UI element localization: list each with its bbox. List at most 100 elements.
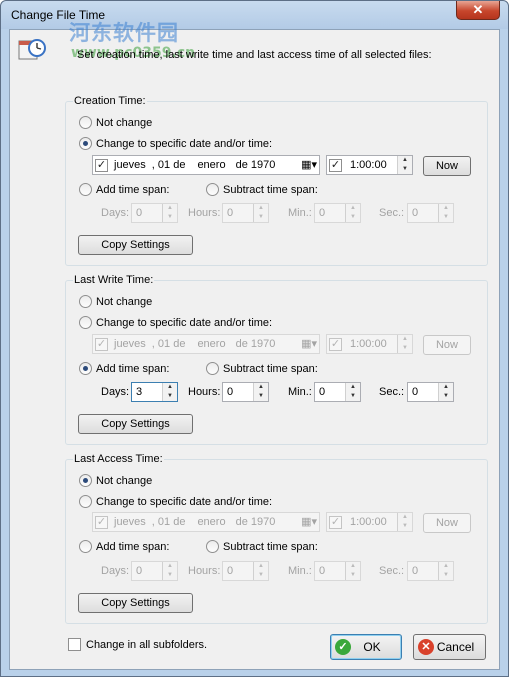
clock-calendar-icon xyxy=(18,39,46,60)
date-month: enero xyxy=(197,159,226,171)
subfolders-checkbox[interactable] xyxy=(68,638,81,651)
creation-date-picker[interactable]: ✓ jueves , 01 de enero de 1970 ▦▾ xyxy=(92,155,320,175)
creation-specific-option[interactable]: Change to specific date and/or time: xyxy=(79,137,272,150)
creation-time-checkbox[interactable]: ✓ xyxy=(329,158,342,172)
date-month: enero xyxy=(197,338,226,350)
lastwrite-specific-radio[interactable] xyxy=(79,316,92,329)
lastwrite-time-checkbox[interactable]: ✓ xyxy=(329,337,342,351)
spin-icon[interactable]: ▲ ▼ xyxy=(253,204,268,222)
spin-icon[interactable]: ▲ ▼ xyxy=(345,204,360,222)
lastaccess-not-change-option[interactable]: Not change xyxy=(79,474,152,487)
lastwrite-days-input[interactable]: 3 ▲ ▼ xyxy=(131,382,178,402)
creation-sub-span-option[interactable]: Subtract time span: xyxy=(206,183,318,196)
creation-time-picker[interactable]: ✓ 1:00:00 ▲ ▼ xyxy=(326,155,413,175)
lastwrite-add-span-option[interactable]: Add time span: xyxy=(79,362,169,375)
change-file-time-window: Change File Time ✕ 河东软件园 www.pc0359.cn S… xyxy=(0,0,509,677)
lastwrite-hours-label: Hours: xyxy=(188,386,221,398)
spin-icon[interactable]: ▲ ▼ xyxy=(438,562,453,580)
lastaccess-days-input[interactable]: 0 ▲ ▼ xyxy=(131,561,178,581)
time-spin-icon[interactable]: ▲ ▼ xyxy=(397,335,412,353)
creation-sub-span-radio[interactable] xyxy=(206,183,219,196)
intro-text: Set creation time, last write time and l… xyxy=(77,49,432,61)
date-sep: , 01 de xyxy=(151,338,186,350)
creation-now-button[interactable]: Now xyxy=(423,156,471,176)
creation-specific-radio[interactable] xyxy=(79,137,92,150)
option-label: Add time span: xyxy=(96,540,170,553)
lastwrite-min-label: Min.: xyxy=(288,386,312,398)
lastaccess-copy-settings-button[interactable]: Copy Settings xyxy=(78,593,193,613)
input-value: 0 xyxy=(227,207,234,219)
lastaccess-sub-span-option[interactable]: Subtract time span: xyxy=(206,540,318,553)
lastwrite-min-input[interactable]: 0 ▲ ▼ xyxy=(314,382,361,402)
input-value: 0 xyxy=(227,565,234,577)
cancel-icon: ✕ xyxy=(418,639,434,655)
lastaccess-min-input[interactable]: 0 ▲ ▼ xyxy=(314,561,361,581)
lastwrite-sec-label: Sec.: xyxy=(379,386,405,398)
time-spin-icon[interactable]: ▲ ▼ xyxy=(397,513,412,531)
lastwrite-days-label: Days: xyxy=(101,386,130,398)
calendar-dropdown-icon[interactable]: ▦▾ xyxy=(301,158,317,171)
lastwrite-sec-input[interactable]: 0 ▲ ▼ xyxy=(407,382,454,402)
creation-copy-settings-button[interactable]: Copy Settings xyxy=(78,235,193,255)
lastaccess-date-checkbox[interactable]: ✓ xyxy=(95,515,108,529)
subfolders-option[interactable]: Change in all subfolders. xyxy=(68,638,207,651)
spin-icon[interactable]: ▲ ▼ xyxy=(438,204,453,222)
lastaccess-time-picker[interactable]: ✓ 1:00:00 ▲ ▼ xyxy=(326,512,413,532)
time-spin-icon[interactable]: ▲ ▼ xyxy=(397,156,412,174)
cancel-label: Cancel xyxy=(436,640,475,654)
spin-icon[interactable]: ▲ ▼ xyxy=(253,562,268,580)
calendar-dropdown-icon[interactable]: ▦▾ xyxy=(301,337,317,350)
spin-icon[interactable]: ▲ ▼ xyxy=(162,383,177,401)
ok-button[interactable]: ✓ OK xyxy=(330,634,402,660)
lastwrite-sub-span-option[interactable]: Subtract time span: xyxy=(206,362,318,375)
creation-date-checkbox[interactable]: ✓ xyxy=(95,158,108,172)
spin-icon[interactable]: ▲ ▼ xyxy=(162,562,177,580)
spin-icon[interactable]: ▲ ▼ xyxy=(345,562,360,580)
time-value: 1:00:00 xyxy=(350,516,387,528)
close-button[interactable]: ✕ xyxy=(456,1,500,20)
creation-not-change-option[interactable]: Not change xyxy=(79,116,152,129)
lastaccess-sec-input[interactable]: 0 ▲ ▼ xyxy=(407,561,454,581)
lastaccess-hours-input[interactable]: 0 ▲ ▼ xyxy=(222,561,269,581)
lastaccess-time-checkbox[interactable]: ✓ xyxy=(329,515,342,529)
creation-min-input[interactable]: 0 ▲ ▼ xyxy=(314,203,361,223)
spin-icon[interactable]: ▲ ▼ xyxy=(345,383,360,401)
creation-not-change-radio[interactable] xyxy=(79,116,92,129)
lastwrite-add-span-radio[interactable] xyxy=(79,362,92,375)
date-year: de 1970 xyxy=(235,338,276,350)
lastwrite-now-button[interactable]: Now xyxy=(423,335,471,355)
date-sep: , 01 de xyxy=(151,516,186,528)
option-label: Subtract time span: xyxy=(223,540,318,553)
calendar-dropdown-icon[interactable]: ▦▾ xyxy=(301,515,317,528)
creation-days-input[interactable]: 0 ▲ ▼ xyxy=(131,203,178,223)
cancel-button[interactable]: ✕ Cancel xyxy=(413,634,486,660)
lastwrite-date-picker[interactable]: ✓ jueves , 01 de enero de 1970 ▦▾ xyxy=(92,334,320,354)
lastwrite-copy-settings-button[interactable]: Copy Settings xyxy=(78,414,193,434)
lastaccess-specific-option[interactable]: Change to specific date and/or time: xyxy=(79,495,272,508)
lastaccess-add-span-radio[interactable] xyxy=(79,540,92,553)
spin-icon[interactable]: ▲ ▼ xyxy=(162,204,177,222)
spin-icon[interactable]: ▲ ▼ xyxy=(438,383,453,401)
creation-add-span-radio[interactable] xyxy=(79,183,92,196)
option-label: Add time span: xyxy=(96,183,170,196)
lastaccess-sub-span-radio[interactable] xyxy=(206,540,219,553)
lastaccess-not-change-radio[interactable] xyxy=(79,474,92,487)
input-value: 0 xyxy=(136,207,143,219)
lastaccess-now-button[interactable]: Now xyxy=(423,513,471,533)
spin-icon[interactable]: ▲ ▼ xyxy=(253,383,268,401)
lastwrite-not-change-radio[interactable] xyxy=(79,295,92,308)
creation-hours-input[interactable]: 0 ▲ ▼ xyxy=(222,203,269,223)
lastwrite-date-checkbox[interactable]: ✓ xyxy=(95,337,108,351)
lastwrite-not-change-option[interactable]: Not change xyxy=(79,295,152,308)
creation-add-span-option[interactable]: Add time span: xyxy=(79,183,169,196)
time-value: 1:00:00 xyxy=(350,159,387,171)
creation-sec-input[interactable]: 0 ▲ ▼ xyxy=(407,203,454,223)
lastwrite-time-picker[interactable]: ✓ 1:00:00 ▲ ▼ xyxy=(326,334,413,354)
lastwrite-sub-span-radio[interactable] xyxy=(206,362,219,375)
creation-days-label: Days: xyxy=(101,207,130,219)
lastwrite-hours-input[interactable]: 0 ▲ ▼ xyxy=(222,382,269,402)
lastaccess-specific-radio[interactable] xyxy=(79,495,92,508)
lastaccess-date-picker[interactable]: ✓ jueves , 01 de enero de 1970 ▦▾ xyxy=(92,512,320,532)
lastwrite-specific-option[interactable]: Change to specific date and/or time: xyxy=(79,316,272,329)
lastaccess-add-span-option[interactable]: Add time span: xyxy=(79,540,169,553)
